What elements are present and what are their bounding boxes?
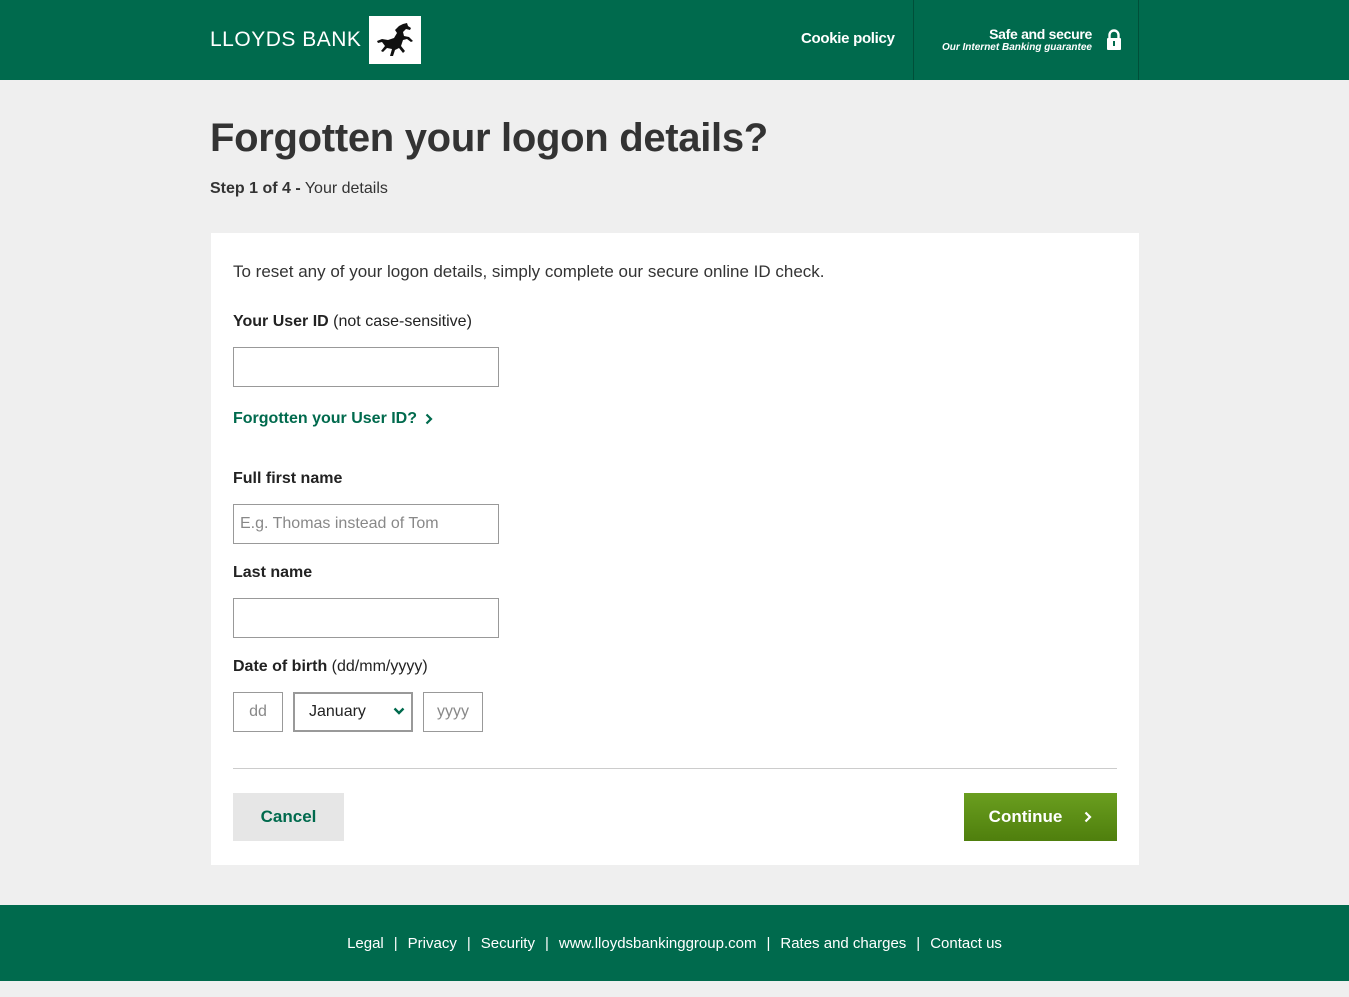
safe-title: Safe and secure [989, 26, 1092, 42]
safe-and-secure-link[interactable]: Safe and secure Our Internet Banking gua… [914, 0, 1138, 80]
brand-logo[interactable]: LLOYDS BANK [210, 16, 422, 64]
footer-link-privacy[interactable]: Privacy [408, 935, 457, 952]
dob-hint: (dd/mm/yyyy) [327, 658, 428, 675]
continue-button[interactable]: Continue [964, 793, 1117, 841]
footer-separator: | [393, 935, 398, 952]
safe-subtitle: Our Internet Banking guarantee [941, 42, 1092, 53]
dob-month-value: January [309, 703, 366, 720]
user-id-label-bold: Your User ID [233, 313, 329, 330]
header-divider-right [1138, 0, 1139, 80]
footer-separator: | [766, 935, 771, 952]
last-name-label: Last name [233, 564, 312, 582]
dob-month-select[interactable]: January [293, 692, 413, 732]
footer-separator: | [466, 935, 471, 952]
chevron-right-icon [425, 413, 433, 425]
step-label: Your details [300, 180, 388, 197]
forgotten-user-id-link[interactable]: Forgotten your User ID? [233, 410, 433, 428]
footer-link-contact[interactable]: Contact us [930, 935, 1002, 952]
cancel-button[interactable]: Cancel [233, 793, 344, 841]
dob-year-input[interactable] [423, 692, 483, 732]
footer-separator: | [916, 935, 921, 952]
page-bottom [0, 981, 1349, 997]
footer-links: Legal | Privacy | Security | www.lloydsb… [0, 935, 1349, 952]
dob-label: Date of birth (dd/mm/yyyy) [233, 658, 428, 676]
form-divider [233, 768, 1117, 769]
chevron-down-icon [393, 707, 405, 715]
step-number: Step 1 of 4 - [210, 180, 301, 197]
footer-link-group-site[interactable]: www.lloydsbankinggroup.com [559, 935, 757, 952]
footer-separator: | [544, 935, 549, 952]
forgotten-user-id-label: Forgotten your User ID? [233, 410, 418, 427]
dob-label-bold: Date of birth [233, 658, 328, 675]
site-footer: Legal | Privacy | Security | www.lloydsb… [0, 905, 1349, 981]
form-card: To reset any of your logon details, simp… [211, 233, 1139, 865]
page-title: Forgotten your logon details? [210, 116, 768, 160]
black-horse-logo-icon [369, 16, 422, 64]
step-indicator: Step 1 of 4 - Your details [210, 180, 388, 198]
last-name-input[interactable] [233, 598, 499, 638]
footer-link-rates[interactable]: Rates and charges [780, 935, 906, 952]
first-name-label-bold: Full first name [233, 470, 343, 487]
site-header: LLOYDS BANK Cookie policy Safe and secur… [0, 0, 1349, 80]
dob-day-input[interactable] [233, 692, 283, 732]
footer-link-legal[interactable]: Legal [347, 935, 384, 952]
footer-link-security[interactable]: Security [481, 935, 535, 952]
user-id-hint: (not case-sensitive) [328, 313, 472, 330]
padlock-icon [1107, 29, 1121, 50]
chevron-right-icon [1085, 811, 1092, 823]
intro-text: To reset any of your logon details, simp… [233, 262, 825, 281]
user-id-label: Your User ID (not case-sensitive) [233, 313, 472, 331]
user-id-input[interactable] [233, 347, 499, 387]
first-name-label: Full first name [233, 470, 342, 488]
brand-name: LLOYDS BANK [210, 28, 362, 51]
continue-label: Continue [988, 807, 1063, 826]
first-name-input[interactable] [233, 504, 499, 544]
last-name-label-bold: Last name [233, 564, 313, 581]
cookie-policy-link[interactable]: Cookie policy [801, 30, 895, 47]
